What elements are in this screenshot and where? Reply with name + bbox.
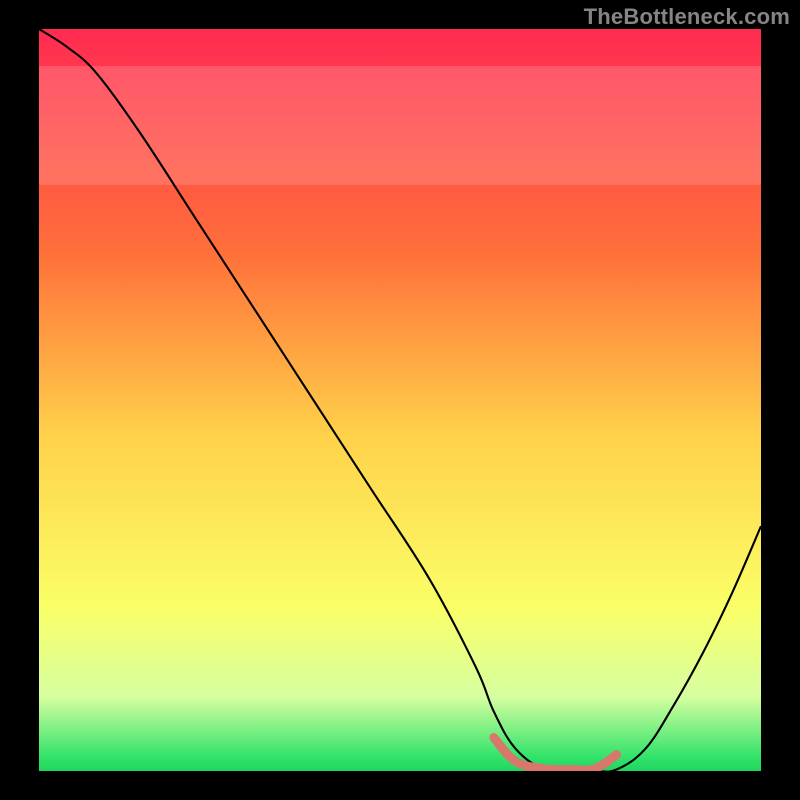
plot-area — [39, 29, 761, 771]
watermark-text: TheBottleneck.com — [584, 4, 790, 30]
pale-band — [39, 66, 761, 185]
chart-svg — [39, 29, 761, 771]
chart-container: TheBottleneck.com — [0, 0, 800, 800]
